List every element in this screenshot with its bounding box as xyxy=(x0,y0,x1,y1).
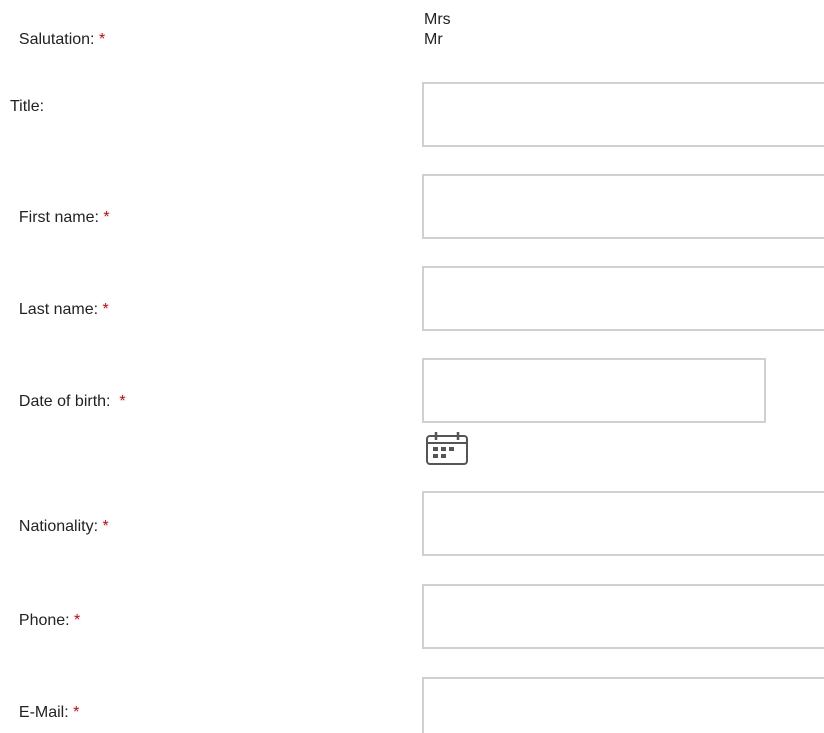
last-name-input[interactable] xyxy=(422,266,824,331)
title-input[interactable] xyxy=(422,82,824,147)
required-marker: * xyxy=(73,704,80,721)
required-marker: * xyxy=(98,31,106,48)
calendar-icon[interactable] xyxy=(424,430,470,466)
nationality-label: Nationality: * xyxy=(18,518,109,535)
date-of-birth-label: Date of birth: * xyxy=(18,393,126,410)
email-input[interactable] xyxy=(422,677,824,733)
phone-label: Phone: * xyxy=(18,612,81,629)
required-marker: * xyxy=(102,301,109,318)
required-marker: * xyxy=(102,518,109,535)
required-marker: * xyxy=(74,612,81,629)
required-marker: * xyxy=(119,393,126,410)
salutation-option-mrs[interactable]: Mrs xyxy=(424,10,451,30)
first-name-input[interactable] xyxy=(422,174,824,239)
date-of-birth-input[interactable] xyxy=(422,358,766,423)
nationality-input[interactable] xyxy=(422,491,824,556)
email-label: E-Mail: * xyxy=(18,704,80,721)
phone-input[interactable] xyxy=(422,584,824,649)
salutation-option-mr[interactable]: Mr xyxy=(424,30,443,50)
last-name-label: Last name: * xyxy=(18,301,109,318)
salutation-label: Salutation: * xyxy=(18,31,106,48)
required-marker: * xyxy=(103,209,110,226)
title-label: Title: xyxy=(10,98,45,115)
first-name-label: First name: * xyxy=(18,209,110,226)
